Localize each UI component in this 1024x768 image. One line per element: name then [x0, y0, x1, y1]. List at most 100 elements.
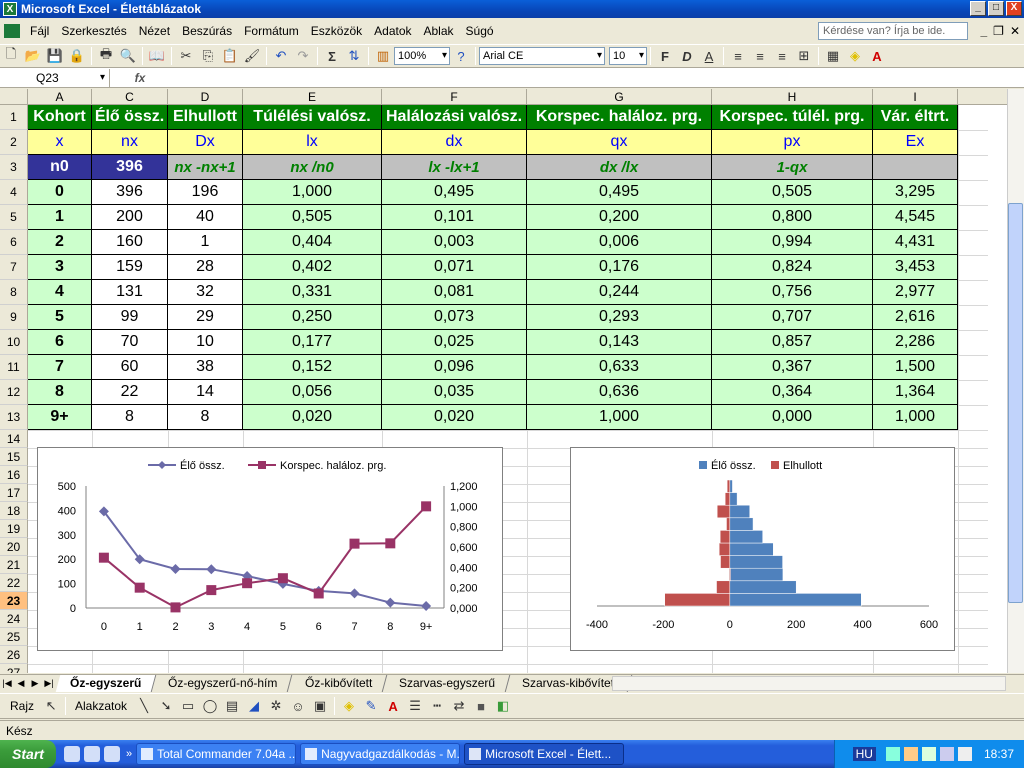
3d-icon[interactable]: ◧ [493, 696, 513, 716]
data-cell[interactable]: 0,176 [527, 255, 712, 280]
symbol-cell[interactable]: qx [527, 130, 712, 155]
data-cell[interactable]: 8 [168, 405, 243, 430]
data-cell[interactable]: 0,081 [382, 280, 527, 305]
data-cell[interactable]: 22 [92, 380, 168, 405]
data-cell[interactable]: 38 [168, 355, 243, 380]
data-cell[interactable]: 0,020 [382, 405, 527, 430]
row-header[interactable]: 27 [0, 664, 28, 673]
column-header[interactable]: I [873, 89, 958, 105]
paste-icon[interactable]: 📋 [220, 46, 240, 66]
vertical-scroll-thumb[interactable] [1008, 203, 1023, 603]
row-header[interactable]: 17 [0, 484, 28, 502]
data-cell[interactable]: 0,824 [712, 255, 873, 280]
desktop-icon[interactable] [64, 746, 80, 762]
data-cell[interactable]: 0,636 [527, 380, 712, 405]
diagram-icon[interactable]: ✲ [266, 696, 286, 716]
data-cell[interactable]: 2,977 [873, 280, 958, 305]
name-box[interactable]: Q23 [0, 68, 110, 87]
row-header[interactable]: 6 [0, 230, 28, 255]
start-button[interactable]: Start [0, 740, 56, 768]
redo-icon[interactable]: ↷ [293, 46, 313, 66]
data-cell[interactable]: 159 [92, 255, 168, 280]
prev-sheet-icon[interactable]: ◀ [14, 678, 28, 689]
menu-data[interactable]: Adatok [368, 24, 417, 38]
data-cell[interactable]: 0,056 [243, 380, 382, 405]
arrow-style-icon[interactable]: ⇄ [449, 696, 469, 716]
column-header-extra[interactable] [958, 89, 1008, 105]
align-left-icon[interactable]: ≡ [728, 46, 748, 66]
borders-icon[interactable]: ▦ [823, 46, 843, 66]
row-header[interactable]: 4 [0, 180, 28, 205]
font-color-icon[interactable]: A [867, 46, 887, 66]
data-cell[interactable]: 0,495 [527, 180, 712, 205]
data-cell[interactable]: 0,505 [712, 180, 873, 205]
header-cell[interactable]: Vár. éltrt. [873, 105, 958, 130]
print-preview-icon[interactable]: 🔍 [118, 46, 138, 66]
row-header[interactable]: 21 [0, 556, 28, 574]
data-cell[interactable]: 4,545 [873, 205, 958, 230]
data-cell[interactable]: 0,633 [527, 355, 712, 380]
row-header[interactable]: 8 [0, 280, 28, 305]
oval-icon[interactable]: ◯ [200, 696, 220, 716]
formula-cell[interactable]: dx /lx [527, 155, 712, 180]
wordart-icon[interactable]: ◢ [244, 696, 264, 716]
row-header[interactable]: 23 [0, 592, 28, 610]
format-painter-icon[interactable]: 🖌 [242, 46, 262, 66]
draw-fill-color-icon[interactable]: ◈ [339, 696, 359, 716]
menu-format[interactable]: Formátum [238, 24, 305, 38]
sheet-tab-oz-kibovitett[interactable]: Őz-kibővített [290, 675, 388, 692]
zoom-select[interactable]: 100% [394, 47, 450, 65]
symbol-cell[interactable]: Ex [873, 130, 958, 155]
data-cell[interactable]: 60 [92, 355, 168, 380]
header-cell[interactable]: Kohort [28, 105, 92, 130]
header-cell[interactable]: Élő össz. [92, 105, 168, 130]
data-cell[interactable]: 0,200 [527, 205, 712, 230]
header-cell[interactable]: Korspec. haláloz. prg. [527, 105, 712, 130]
data-cell[interactable]: 5 [28, 305, 92, 330]
draw-font-color-icon[interactable]: A [383, 696, 403, 716]
data-cell[interactable]: 70 [92, 330, 168, 355]
help-icon[interactable]: ? [451, 46, 471, 66]
print-icon[interactable]: 🖶 [96, 46, 116, 66]
next-sheet-icon[interactable]: ▶ [28, 678, 42, 689]
open-icon[interactable]: 📂 [23, 46, 43, 66]
volume-icon[interactable] [957, 747, 972, 761]
line-icon[interactable]: ╲ [134, 696, 154, 716]
minimize-button[interactable]: _ [970, 1, 986, 16]
data-cell[interactable]: 0,071 [382, 255, 527, 280]
sheet-tab-szarvas-egyszeru[interactable]: Szarvas-egyszerű [384, 675, 511, 692]
data-cell[interactable]: 0,244 [527, 280, 712, 305]
menu-edit[interactable]: Szerkesztés [55, 24, 132, 38]
data-cell[interactable]: 1,364 [873, 380, 958, 405]
data-cell[interactable]: 3,453 [873, 255, 958, 280]
formula-cell[interactable]: n0 [28, 155, 92, 180]
vertical-scrollbar[interactable] [1007, 89, 1024, 673]
data-cell[interactable]: 7 [28, 355, 92, 380]
row-header[interactable]: 18 [0, 502, 28, 520]
formula-cell[interactable] [873, 155, 958, 180]
data-cell[interactable]: 2,616 [873, 305, 958, 330]
menu-tools[interactable]: Eszközök [305, 24, 368, 38]
data-cell[interactable]: 0,152 [243, 355, 382, 380]
close-button[interactable]: X [1006, 1, 1022, 16]
data-cell[interactable]: 0,101 [382, 205, 527, 230]
row-header[interactable]: 7 [0, 255, 28, 280]
data-cell[interactable]: 0,800 [712, 205, 873, 230]
data-cell[interactable]: 0,035 [382, 380, 527, 405]
data-cell[interactable]: 0,707 [712, 305, 873, 330]
symbol-cell[interactable]: px [712, 130, 873, 155]
italic-button[interactable]: D [677, 46, 697, 66]
permission-icon[interactable]: 🔒 [67, 46, 87, 66]
chart-wizard-icon[interactable]: ▥ [373, 46, 393, 66]
data-cell[interactable]: 9+ [28, 405, 92, 430]
sort-ascending-icon[interactable]: ⇅ [344, 46, 364, 66]
new-icon[interactable]: 🗋 [1, 46, 21, 66]
pyramid-chart[interactable]: -400 -200 0 200 400 600 Élő össz. Elhullott [570, 447, 955, 651]
data-cell[interactable]: 0,857 [712, 330, 873, 355]
data-cell[interactable]: 0,073 [382, 305, 527, 330]
data-cell[interactable]: 8 [28, 380, 92, 405]
autosum-icon[interactable]: Σ [322, 46, 342, 66]
data-cell[interactable]: 1,000 [243, 180, 382, 205]
data-cell[interactable]: 29 [168, 305, 243, 330]
dash-style-icon[interactable]: ┅ [427, 696, 447, 716]
